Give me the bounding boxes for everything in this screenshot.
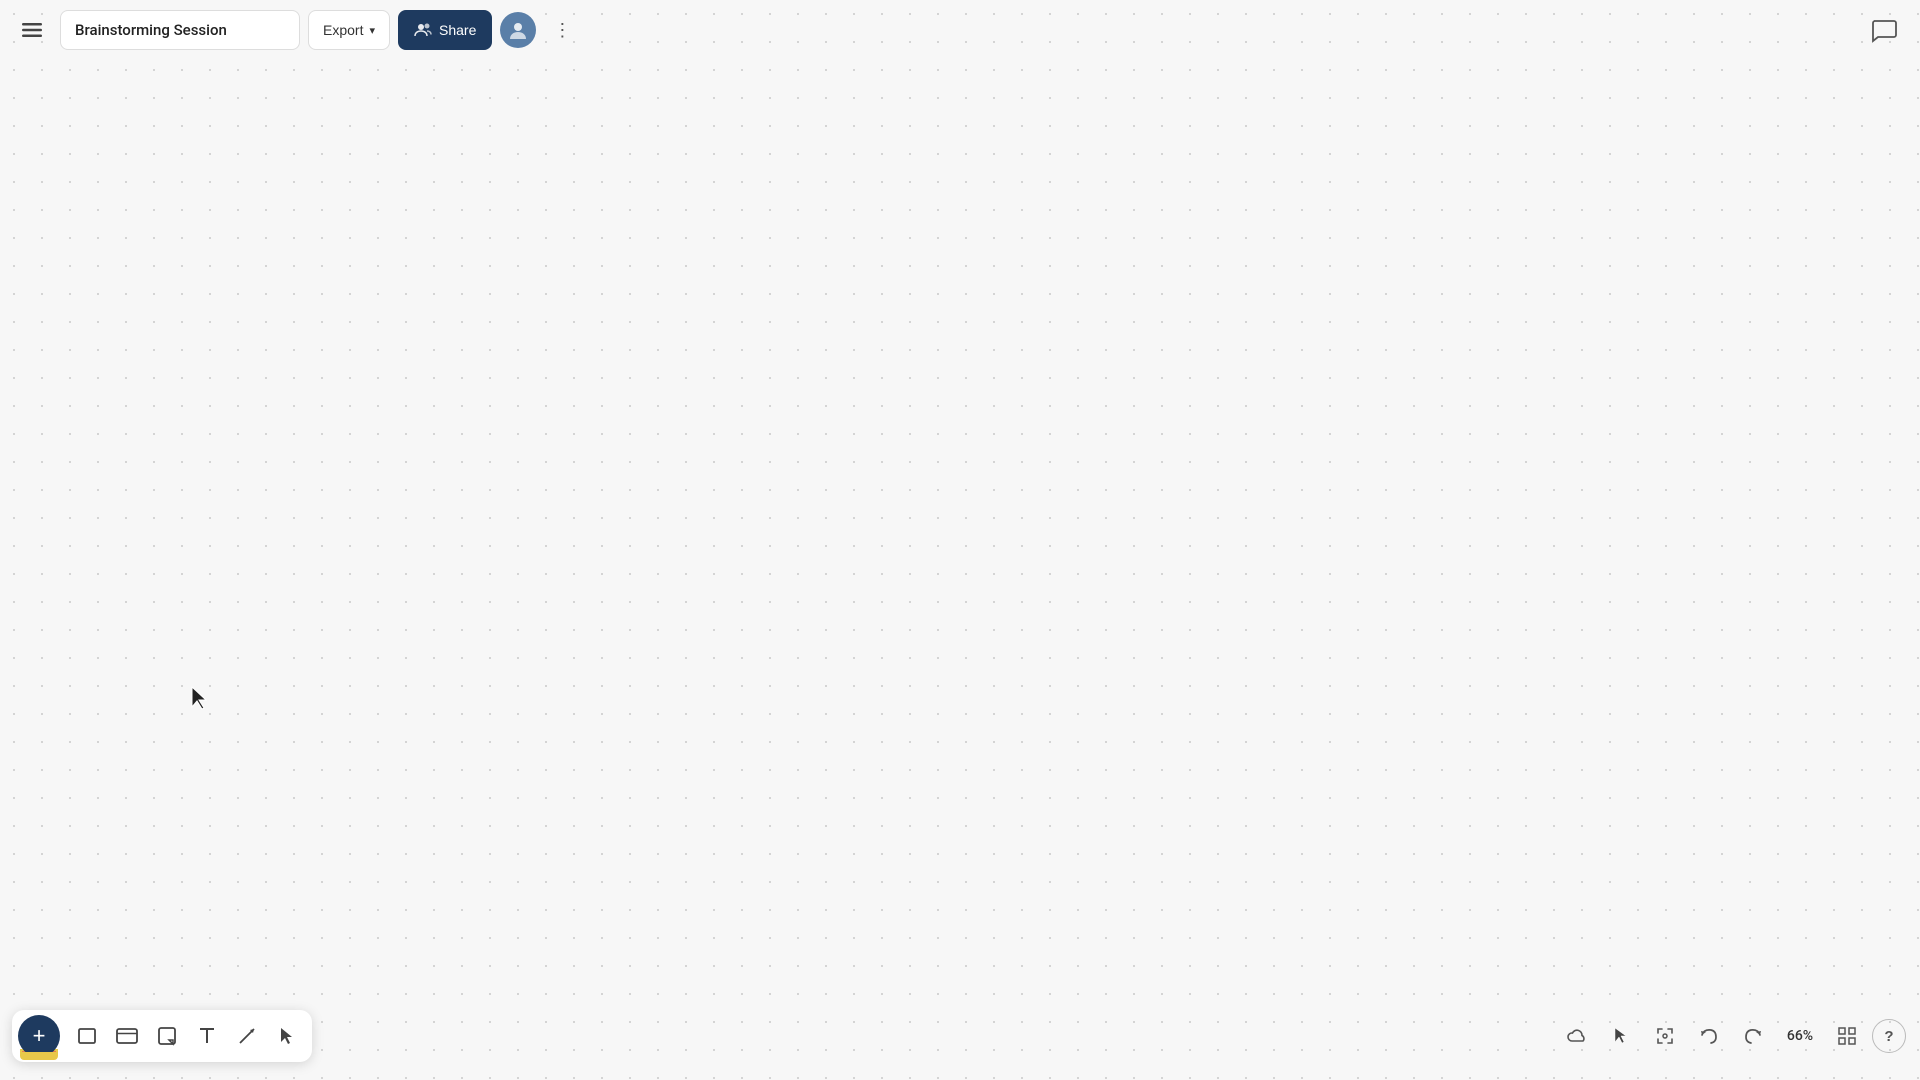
help-button[interactable]: ? — [1872, 1019, 1906, 1053]
menu-button[interactable] — [12, 10, 52, 50]
undo-icon — [1699, 1027, 1719, 1045]
chat-button[interactable] — [1866, 12, 1902, 48]
note-icon — [157, 1026, 177, 1046]
document-title[interactable]: Brainstorming Session — [60, 10, 300, 50]
pointer-icon — [278, 1026, 296, 1046]
user-avatar[interactable] — [500, 12, 536, 48]
text-tool-button[interactable] — [188, 1017, 226, 1055]
drawing-toolbar: + — [12, 1010, 312, 1062]
card-icon — [116, 1026, 138, 1046]
pointer-tool-button[interactable] — [268, 1017, 306, 1055]
line-tool-button[interactable] — [228, 1017, 266, 1055]
note-tool-button[interactable] — [148, 1017, 186, 1055]
cloud-icon — [1566, 1027, 1588, 1045]
grid-toggle-button[interactable] — [1828, 1017, 1866, 1055]
share-people-icon — [414, 22, 432, 38]
redo-icon — [1743, 1027, 1763, 1045]
text-icon — [198, 1026, 216, 1046]
rectangle-tool-button[interactable] — [68, 1017, 106, 1055]
undo-button[interactable] — [1690, 1017, 1728, 1055]
canvas[interactable] — [0, 0, 1920, 1080]
card-tool-button[interactable] — [108, 1017, 146, 1055]
grid-icon — [1837, 1026, 1857, 1046]
select-tool-button[interactable] — [1602, 1017, 1640, 1055]
zoom-controls: 66% ? — [1558, 1010, 1906, 1062]
zoom-level-display[interactable]: 66% — [1778, 1028, 1822, 1044]
chat-icon — [1871, 17, 1897, 43]
redo-button[interactable] — [1734, 1017, 1772, 1055]
cloud-save-button[interactable] — [1558, 1017, 1596, 1055]
hamburger-icon — [22, 20, 42, 40]
share-button[interactable]: Share — [398, 10, 492, 50]
rectangle-icon — [77, 1026, 97, 1046]
export-button[interactable]: Export ▾ — [308, 10, 390, 50]
cursor-arrow-icon — [1613, 1027, 1629, 1045]
help-icon: ? — [1884, 1028, 1893, 1045]
add-button[interactable]: + — [18, 1015, 60, 1057]
more-options-button[interactable]: ⋮ — [544, 12, 580, 48]
avatar-icon — [507, 19, 529, 41]
line-icon — [237, 1026, 257, 1046]
add-button-container: + — [18, 1015, 64, 1057]
header: Brainstorming Session Export ▾ Share ⋮ — [0, 0, 1920, 60]
fit-screen-icon — [1655, 1026, 1675, 1046]
fit-to-screen-button[interactable] — [1646, 1017, 1684, 1055]
